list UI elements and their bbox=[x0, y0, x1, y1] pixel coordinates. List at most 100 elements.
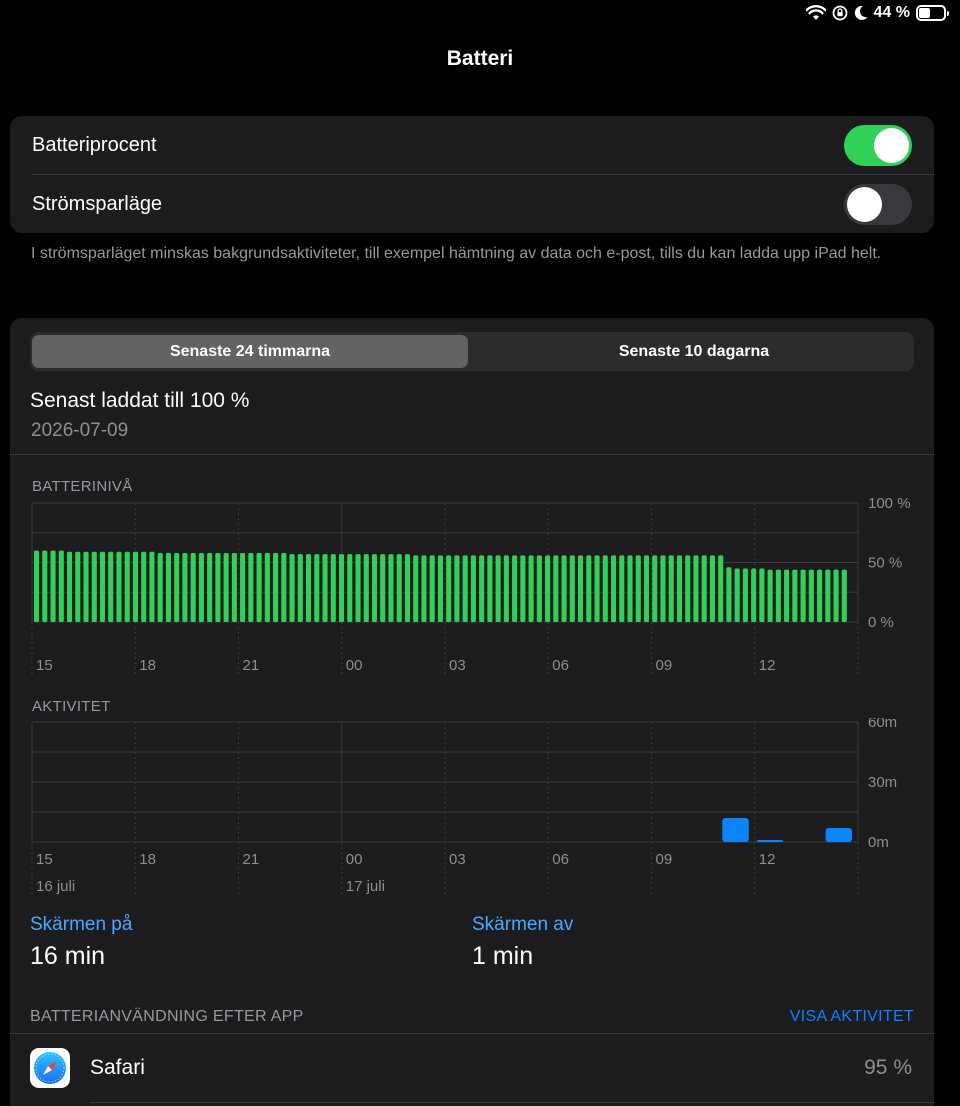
battery-bar bbox=[50, 550, 56, 622]
battery-bar bbox=[668, 555, 674, 622]
battery-bar bbox=[742, 568, 748, 622]
activity-date-label: 16 juli bbox=[36, 878, 75, 895]
battery-bar bbox=[314, 554, 320, 622]
activity-x-tick: 09 bbox=[656, 851, 673, 868]
battery-bar bbox=[693, 555, 699, 622]
battery-bar bbox=[759, 568, 765, 622]
battery-bar bbox=[701, 555, 707, 622]
battery-bar bbox=[240, 552, 246, 622]
battery-bar bbox=[635, 555, 641, 622]
battery-bar bbox=[371, 554, 378, 622]
battery-bar bbox=[198, 552, 204, 622]
battery-bar bbox=[388, 554, 394, 622]
battery-bar bbox=[578, 555, 584, 622]
battery-bar bbox=[817, 569, 823, 622]
activity-x-tick: 18 bbox=[139, 851, 156, 868]
segment-last-10-days[interactable]: Senaste 10 dagarna bbox=[476, 335, 912, 368]
battery-bar bbox=[322, 554, 328, 622]
battery-y-tick: 0 % bbox=[868, 614, 894, 631]
segment-last-24-hours[interactable]: Senaste 24 timmarna bbox=[32, 335, 468, 368]
battery-x-tick: 15 bbox=[36, 657, 53, 674]
battery-bar bbox=[685, 555, 691, 622]
battery-bar bbox=[800, 569, 806, 622]
screen-on-label: Skärmen på bbox=[30, 914, 133, 935]
battery-x-tick: 03 bbox=[449, 657, 466, 674]
battery-bar bbox=[734, 568, 740, 622]
battery-bar bbox=[404, 554, 411, 622]
battery-bar bbox=[462, 555, 468, 622]
battery-bar bbox=[479, 555, 485, 622]
activity-date-label: 17 juli bbox=[346, 878, 385, 895]
activity-x-tick: 00 bbox=[346, 851, 363, 868]
low-power-mode-toggle[interactable] bbox=[844, 183, 912, 225]
battery-x-tick: 21 bbox=[243, 657, 260, 674]
battery-bar bbox=[132, 551, 139, 622]
battery-bar bbox=[380, 554, 386, 622]
status-bar: 44 % bbox=[0, 0, 960, 28]
battery-bar bbox=[619, 555, 625, 622]
activity-y-tick: 60m bbox=[868, 718, 897, 731]
battery-bar bbox=[545, 555, 551, 622]
battery-percentage-toggle[interactable] bbox=[844, 124, 912, 166]
battery-bar bbox=[808, 569, 814, 622]
battery-level-chart: 100 % 50 % 0 % 15 18 21 00 03 06 09 12 bbox=[31, 498, 911, 674]
battery-bar bbox=[91, 551, 97, 622]
battery-bar bbox=[149, 551, 155, 622]
battery-bar bbox=[718, 555, 724, 622]
activity-y-tick: 0m bbox=[868, 834, 889, 851]
app-percent: 95 % bbox=[864, 1056, 912, 1079]
battery-bar bbox=[363, 554, 369, 622]
low-power-mode-label: Strömsparläge bbox=[32, 192, 163, 215]
battery-bar bbox=[421, 555, 427, 622]
battery-bar bbox=[248, 552, 254, 622]
battery-bar bbox=[569, 555, 575, 622]
battery-bar bbox=[652, 555, 658, 622]
battery-bar bbox=[99, 551, 106, 622]
battery-bar bbox=[58, 550, 64, 622]
battery-x-tick: 00 bbox=[346, 657, 363, 674]
battery-bar bbox=[330, 554, 336, 622]
battery-bar bbox=[34, 550, 40, 622]
battery-bar bbox=[627, 555, 633, 622]
battery-bar bbox=[165, 552, 171, 622]
battery-bar bbox=[141, 551, 147, 622]
battery-bar bbox=[495, 555, 501, 622]
battery-percentage-label: Batteriprocent bbox=[32, 133, 157, 156]
battery-bar bbox=[520, 555, 526, 622]
battery-bar bbox=[174, 552, 180, 622]
battery-bar bbox=[190, 552, 196, 622]
battery-bar bbox=[536, 555, 542, 622]
battery-bar bbox=[833, 569, 839, 622]
battery-settings-group: Batteriprocent Strömsparläge bbox=[10, 116, 934, 233]
battery-bar bbox=[256, 552, 262, 622]
battery-bar bbox=[643, 555, 650, 622]
usage-by-app-header: BATTERIANVÄNDNING EFTER APP VISA AKTIVIT… bbox=[30, 1008, 914, 1026]
status-icons: 44 % bbox=[805, 4, 949, 22]
safari-icon bbox=[30, 1048, 70, 1088]
show-activity-button[interactable]: VISA AKTIVITET bbox=[790, 1008, 914, 1026]
battery-bar bbox=[338, 554, 345, 622]
screen-off-stat: Skärmen av 1 min bbox=[472, 914, 573, 971]
battery-bar bbox=[157, 552, 163, 622]
battery-bar bbox=[273, 552, 279, 622]
low-power-footnote: I strömsparläget minskas bakgrundsaktivi… bbox=[31, 245, 882, 262]
battery-bar bbox=[207, 552, 213, 622]
battery-y-tick: 100 % bbox=[868, 498, 911, 512]
battery-bar bbox=[124, 551, 130, 622]
battery-level-label: BATTERINIVÅ bbox=[32, 478, 133, 495]
activity-x-tick: 12 bbox=[759, 851, 776, 868]
battery-bar bbox=[306, 554, 312, 622]
battery-bar bbox=[182, 552, 188, 622]
battery-bar bbox=[108, 551, 114, 622]
activity-label: AKTIVITET bbox=[32, 698, 111, 715]
battery-percent-text: 44 % bbox=[873, 4, 910, 21]
battery-bar bbox=[487, 555, 493, 622]
battery-bar bbox=[709, 555, 715, 622]
activity-x-tick: 03 bbox=[449, 851, 466, 868]
activity-x-tick: 06 bbox=[552, 851, 569, 868]
battery-bar bbox=[676, 555, 683, 622]
battery-bar bbox=[528, 555, 534, 622]
app-row-safari[interactable]: Safari 95 % bbox=[30, 1048, 912, 1088]
battery-bar bbox=[437, 555, 443, 622]
activity-chart: 60m 30m 0m 15 18 21 00 03 06 09 12 16 juli 17 juli bbox=[31, 718, 897, 895]
